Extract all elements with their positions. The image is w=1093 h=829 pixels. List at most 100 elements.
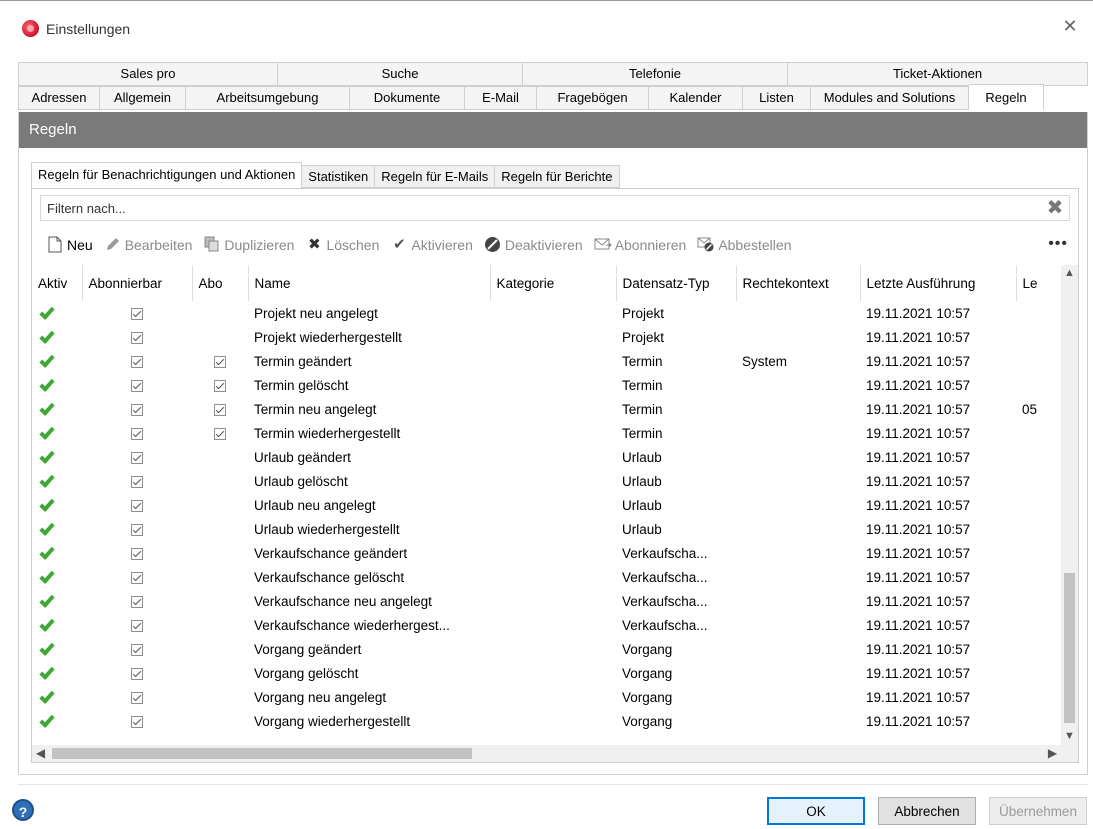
- abo-checkbox[interactable]: [214, 403, 226, 416]
- activate-button[interactable]: ✔ Aktivieren: [390, 236, 473, 254]
- horizontal-scroll-thumb[interactable]: [52, 748, 472, 759]
- help-icon[interactable]: ?: [12, 799, 34, 821]
- subscribable-checkbox[interactable]: [131, 595, 143, 608]
- ok-button[interactable]: OK: [767, 797, 865, 825]
- subtab-0[interactable]: Regeln für Benachrichtigungen und Aktion…: [31, 162, 303, 188]
- table-row[interactable]: Urlaub neu angelegt Urlaub 19.11.2021 10:5…: [32, 493, 1072, 517]
- subscribable-checkbox[interactable]: [131, 547, 143, 560]
- tab-e-mail[interactable]: E-Mail: [465, 86, 537, 110]
- column-header-aktiv[interactable]: Aktiv: [32, 265, 83, 301]
- active-check-icon: [39, 712, 55, 728]
- subtab-2[interactable]: Regeln für E-Mails: [375, 165, 496, 188]
- edit-button[interactable]: Bearbeiten: [104, 236, 192, 254]
- subscribable-checkbox[interactable]: [131, 643, 143, 656]
- table-row[interactable]: Projekt neu angelegt Projekt 19.11.2021 10…: [32, 301, 1072, 325]
- subscribable-checkbox[interactable]: [131, 619, 143, 632]
- subtab-3[interactable]: Regeln für Berichte: [495, 165, 620, 188]
- tab-suche[interactable]: Suche: [278, 62, 523, 86]
- column-header-datensatz-typ[interactable]: Datensatz-Typ: [616, 265, 737, 301]
- scroll-right-icon[interactable]: ▶: [1044, 745, 1061, 762]
- table-row[interactable]: Vorgang gelöscht Vorgang 19.11.2021 10:57: [32, 661, 1072, 685]
- subscribable-checkbox[interactable]: [131, 403, 143, 416]
- subscribable-checkbox[interactable]: [131, 331, 143, 344]
- table-row[interactable]: Termin gelöscht Termin 19.11.2021 10:57: [32, 373, 1072, 397]
- active-check-icon: [39, 592, 55, 608]
- table-row[interactable]: Urlaub wiederhergestellt Urlaub 19.11.2021…: [32, 517, 1072, 541]
- tab-ticket-aktionen[interactable]: Ticket-Aktionen: [788, 62, 1088, 86]
- delete-button[interactable]: ✖ Löschen: [305, 236, 379, 254]
- tab-modules-and-solutions[interactable]: Modules and Solutions: [811, 86, 969, 110]
- tab-regeln[interactable]: Regeln: [969, 84, 1044, 110]
- unsubscribe-button[interactable]: Abbestellen: [697, 236, 791, 254]
- scroll-left-icon[interactable]: ◀: [32, 745, 49, 762]
- scroll-down-icon[interactable]: ▼: [1061, 728, 1078, 745]
- table-row[interactable]: Vorgang geändert Vorgang 19.11.2021 10:57: [32, 637, 1072, 661]
- subscribable-checkbox[interactable]: [131, 523, 143, 536]
- filter-input[interactable]: [41, 196, 1031, 220]
- last-run: 19.11.2021 10:57: [866, 665, 971, 681]
- table-row[interactable]: Verkaufschance neu angelegt Verkaufscha..…: [32, 589, 1072, 613]
- tab-kalender[interactable]: Kalender: [649, 86, 743, 110]
- subscribable-checkbox[interactable]: [131, 715, 143, 728]
- close-icon[interactable]: ✕: [1059, 15, 1081, 37]
- cancel-button[interactable]: Abbrechen: [878, 797, 976, 825]
- subscribable-checkbox[interactable]: [131, 379, 143, 392]
- rule-name: Termin neu angelegt: [254, 401, 377, 417]
- column-header-rechtekontext[interactable]: Rechtekontext: [736, 265, 861, 301]
- tab-listen[interactable]: Listen: [743, 86, 811, 110]
- abo-checkbox[interactable]: [214, 355, 226, 368]
- tab-fragebögen[interactable]: Fragebögen: [537, 86, 649, 110]
- vertical-scroll-thumb[interactable]: [1064, 573, 1075, 723]
- table-row[interactable]: Vorgang neu angelegt Vorgang 19.11.2021 10…: [32, 685, 1072, 709]
- subscribable-checkbox[interactable]: [131, 475, 143, 488]
- tab-allgemein[interactable]: Allgemein: [100, 86, 186, 110]
- column-header-name[interactable]: Name: [248, 265, 491, 301]
- tab-dokumente[interactable]: Dokumente: [350, 86, 465, 110]
- column-header-letzte-ausf-hrung[interactable]: Letzte Ausführung: [860, 265, 1017, 301]
- rule-category: [490, 709, 616, 733]
- deactivate-button[interactable]: Deaktivieren: [484, 236, 583, 254]
- table-row[interactable]: Termin neu angelegt Termin 19.11.2021 10:5…: [32, 397, 1072, 421]
- subscribe-button[interactable]: Abonnieren: [594, 236, 686, 254]
- table-row[interactable]: Projekt wiederhergestellt Projekt 19.11.20…: [32, 325, 1072, 349]
- column-header-abonnierbar[interactable]: Abonnierbar: [82, 265, 193, 301]
- active-check-icon: [39, 424, 55, 440]
- column-header-kategorie[interactable]: Kategorie: [490, 265, 617, 301]
- vertical-scrollbar[interactable]: ▲ ▼: [1061, 265, 1078, 745]
- table-row[interactable]: Urlaub geändert Urlaub 19.11.2021 10:57: [32, 445, 1072, 469]
- tab-arbeitsumgebung[interactable]: Arbeitsumgebung: [186, 86, 350, 110]
- clear-filter-icon[interactable]: ✖: [1045, 197, 1065, 219]
- table-row[interactable]: Verkaufschance gelöscht Verkaufscha... 19.…: [32, 565, 1072, 589]
- table-row[interactable]: Termin geändert Termin System 19.11.2021 10…: [32, 349, 1072, 373]
- subscribable-checkbox[interactable]: [131, 451, 143, 464]
- table-row[interactable]: Vorgang wiederhergestellt Vorgang 19.11.20…: [32, 709, 1072, 733]
- tab-row-bottom: Adressen Allgemein Arbeitsumgebung Dokument…: [18, 84, 1088, 110]
- horizontal-scrollbar[interactable]: ◀ ▶: [32, 745, 1078, 762]
- subscribable-checkbox[interactable]: [131, 691, 143, 704]
- tab-telefonie[interactable]: Telefonie: [523, 62, 788, 86]
- rules-content: ✖ Neu Bearbeiten Duplizieren ✖ Löschen ✔…: [31, 188, 1079, 763]
- subscribable-checkbox[interactable]: [131, 307, 143, 320]
- tab-sales-pro[interactable]: Sales pro: [18, 62, 278, 86]
- subscribable-checkbox[interactable]: [131, 571, 143, 584]
- scroll-up-icon[interactable]: ▲: [1061, 265, 1078, 282]
- new-button[interactable]: Neu: [46, 236, 93, 254]
- table-row[interactable]: Verkaufschance geändert Verkaufscha... 19.…: [32, 541, 1072, 565]
- column-header-abo[interactable]: Abo: [192, 265, 249, 301]
- apply-button[interactable]: Übernehmen: [989, 797, 1087, 825]
- subscribable-checkbox[interactable]: [131, 499, 143, 512]
- subscribable-checkbox[interactable]: [131, 355, 143, 368]
- table-row[interactable]: Verkaufschance wiederhergest... Verkaufsc…: [32, 613, 1072, 637]
- table-row[interactable]: Termin wiederhergestellt Termin 19.11.2021…: [32, 421, 1072, 445]
- more-options-icon[interactable]: •••: [1048, 231, 1068, 257]
- abo-checkbox[interactable]: [214, 427, 226, 440]
- record-type: Verkaufscha...: [622, 545, 708, 561]
- subscribable-cell: [82, 565, 192, 589]
- subtab-1[interactable]: Statistiken: [302, 165, 376, 188]
- tab-adressen[interactable]: Adressen: [18, 86, 100, 110]
- subscribable-checkbox[interactable]: [131, 427, 143, 440]
- subscribable-checkbox[interactable]: [131, 667, 143, 680]
- abo-checkbox[interactable]: [214, 379, 226, 392]
- duplicate-button[interactable]: Duplizieren: [203, 236, 294, 254]
- table-row[interactable]: Urlaub gelöscht Urlaub 19.11.2021 10:57: [32, 469, 1072, 493]
